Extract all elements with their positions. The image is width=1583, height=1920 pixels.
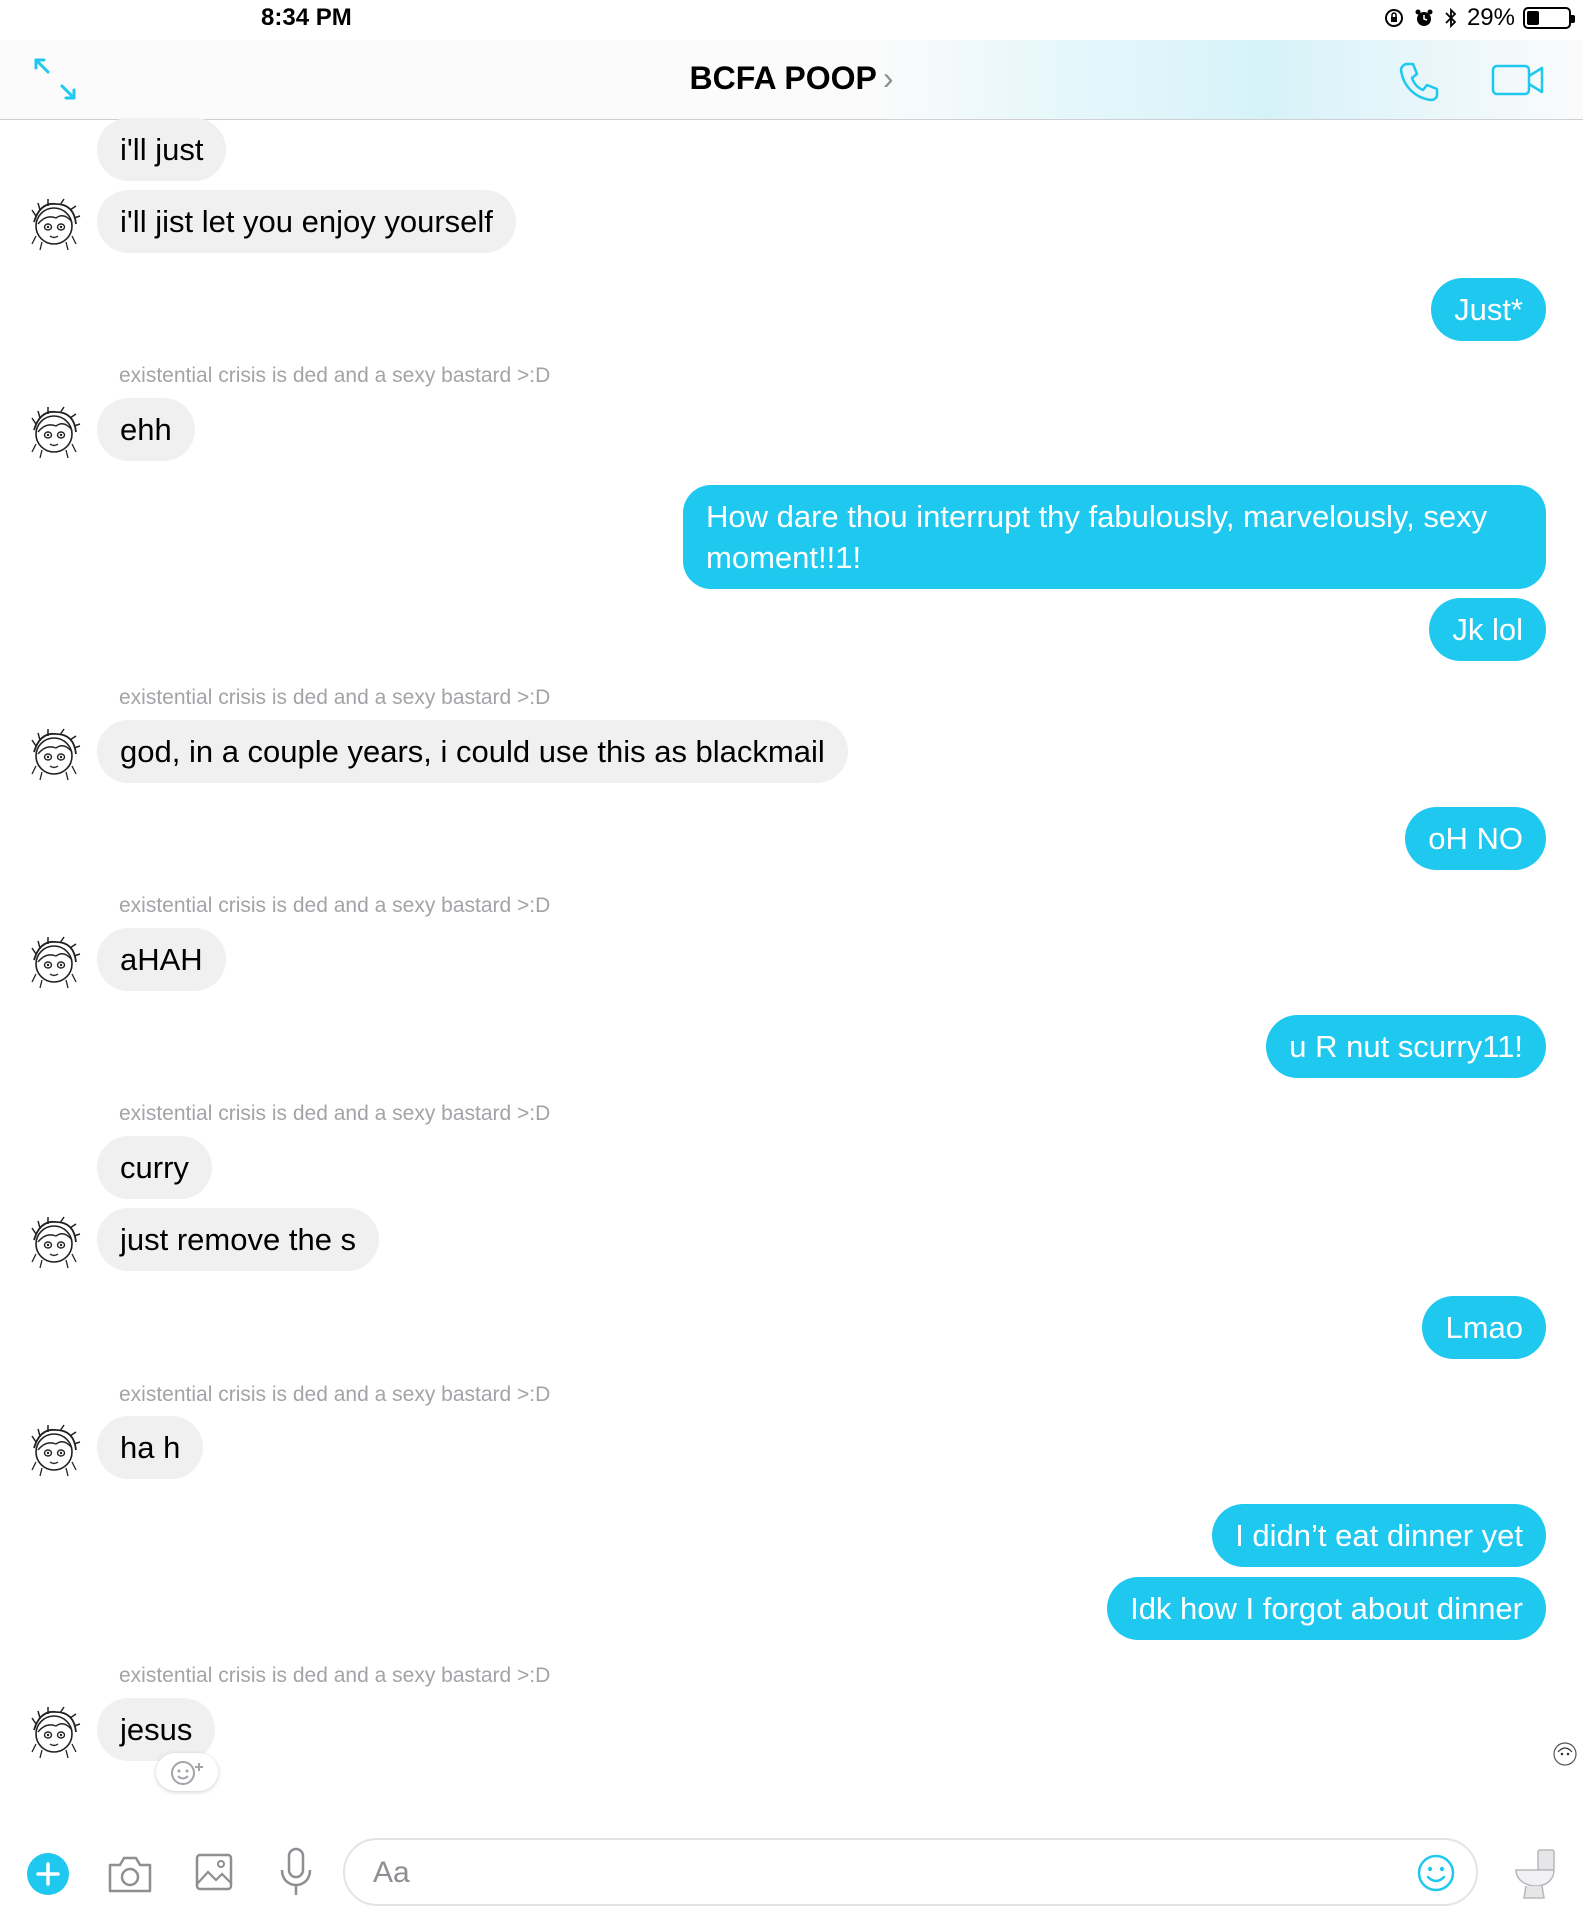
toilet-icon[interactable] (1512, 1846, 1560, 1902)
message-bubble-incoming[interactable]: ha h (97, 1416, 204, 1479)
message-bubble-incoming[interactable]: curry (97, 1136, 212, 1199)
phone-icon[interactable] (1395, 58, 1443, 106)
camera-icon[interactable] (106, 1853, 154, 1895)
avatar[interactable] (26, 934, 82, 990)
avatar[interactable] (26, 404, 82, 460)
status-bar: 8:34 PM 29% (0, 0, 1583, 40)
sender-name: existential crisis is ded and a sexy bas… (119, 364, 551, 387)
conversation-title-text: BCFA POOP (689, 60, 877, 96)
sender-name: existential crisis is ded and a sexy bas… (119, 1102, 551, 1125)
read-receipt-avatar (1553, 1742, 1577, 1766)
conversation-header: BCFA POOP › (0, 40, 1583, 120)
message-bubble-outgoing[interactable]: I didn’t eat dinner yet (1212, 1504, 1546, 1567)
message-bubble-incoming[interactable]: just remove the s (97, 1208, 380, 1271)
microphone-icon[interactable] (278, 1846, 314, 1898)
message-bubble-incoming[interactable]: ehh (97, 398, 195, 461)
plus-icon[interactable] (26, 1852, 70, 1896)
sender-name: existential crisis is ded and a sexy bas… (119, 686, 551, 709)
message-bubble-outgoing[interactable]: How dare thou interrupt thy fabulously, … (683, 485, 1546, 589)
alarm-icon (1415, 9, 1433, 26)
message-bubble-outgoing[interactable]: oH NO (1405, 807, 1546, 870)
message-bubble-outgoing[interactable]: Idk how I forgot about dinner (1107, 1577, 1546, 1640)
status-time: 8:34 PM (261, 4, 352, 31)
avatar[interactable] (26, 726, 82, 782)
sender-name: existential crisis is ded and a sexy bas… (119, 1664, 551, 1687)
message-bubble-outgoing[interactable]: Just* (1431, 278, 1546, 341)
message-composer: Aa (0, 1820, 1583, 1920)
message-input-placeholder: Aa (373, 1856, 410, 1889)
emoji-icon[interactable] (1416, 1853, 1456, 1893)
sender-name: existential crisis is ded and a sexy bas… (119, 894, 551, 917)
add-reaction-icon[interactable] (156, 1753, 218, 1791)
message-bubble-incoming[interactable]: aHAH (97, 928, 226, 991)
avatar[interactable] (26, 196, 82, 252)
avatar[interactable] (26, 1214, 82, 1270)
message-bubble-outgoing[interactable]: Jk lol (1429, 598, 1546, 661)
battery-percent: 29% (1466, 4, 1515, 31)
sender-name: existential crisis is ded and a sexy bas… (119, 1383, 551, 1406)
message-bubble-incoming[interactable]: i'll just (97, 118, 227, 181)
avatar[interactable] (26, 1704, 82, 1760)
battery-icon (1523, 7, 1575, 29)
rotation-lock-icon (1384, 9, 1403, 27)
message-bubble-outgoing[interactable]: u R nut scurry11! (1266, 1015, 1546, 1078)
avatar[interactable] (26, 1422, 82, 1478)
gallery-icon[interactable] (194, 1852, 234, 1892)
message-bubble-incoming[interactable]: jesus (97, 1698, 216, 1761)
message-input[interactable]: Aa (343, 1838, 1478, 1906)
chevron-right-icon: › (882, 60, 894, 96)
battery-fill (1527, 11, 1539, 25)
message-bubble-outgoing[interactable]: Lmao (1422, 1296, 1546, 1359)
message-bubble-incoming[interactable]: god, in a couple years, i could use this… (97, 720, 848, 783)
status-indicators: 29% (1383, 4, 1575, 32)
conversation-title[interactable]: BCFA POOP › (0, 60, 1583, 97)
video-camera-icon[interactable] (1490, 60, 1546, 100)
bluetooth-icon (1445, 7, 1457, 29)
message-bubble-incoming[interactable]: i'll jist let you enjoy yourself (97, 190, 516, 253)
message-thread[interactable]: i'll just i'll jist let you enjoy yourse… (0, 118, 1583, 1821)
